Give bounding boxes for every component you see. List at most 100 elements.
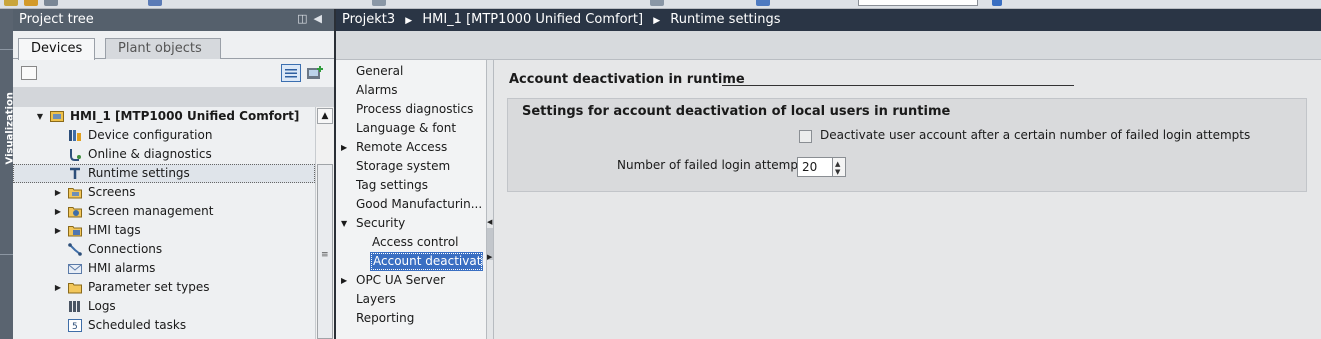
vertical-tab-strip: Visualization (0, 9, 16, 339)
project-tree-toolbar (13, 61, 334, 87)
nav-item-remote-access[interactable]: ▶ Remote Access (336, 138, 486, 157)
toolbar-icon[interactable] (756, 0, 770, 6)
divider (0, 49, 13, 50)
stepper-up-icon[interactable]: ▲ (835, 160, 840, 168)
breadcrumb-separator-icon: ▶ (653, 16, 661, 26)
collapsed-arrow-icon[interactable]: ▶ (341, 138, 347, 157)
tree-item-parameter-set-types[interactable]: ▶ Parameter set types (13, 278, 315, 297)
scheduled-tasks-icon: 5 (68, 319, 82, 332)
panel-header-icons: ◫◀ (297, 12, 328, 25)
nav-item-good-manufacturing[interactable]: Good Manufacturin... (336, 195, 486, 214)
breadcrumb-item[interactable]: HMI_1 [MTP1000 Unified Comfort] (422, 12, 643, 27)
editor-toolbar (336, 31, 1321, 60)
splitter-grip[interactable] (487, 228, 493, 244)
scroll-up-icon[interactable]: ▲ (317, 108, 333, 124)
add-device-icon[interactable] (305, 64, 325, 82)
scrollbar-thumb[interactable]: ≡ (317, 164, 333, 339)
breadcrumb: Projekt3 ▶ HMI_1 [MTP1000 Unified Comfor… (336, 9, 1321, 31)
nav-item-layers[interactable]: Layers (336, 290, 486, 309)
tab-devices[interactable]: Devices (18, 38, 96, 60)
failed-attempts-label: Number of failed login attempts: (617, 158, 813, 172)
collapse-left-icon[interactable]: ◀ (487, 218, 492, 226)
toolbar-icon[interactable] (650, 0, 664, 6)
project-tree-panel: Project tree ◫◀ Devices Plant objects ▼ … (13, 9, 336, 339)
settings-content: Account deactivation in runtime Settings… (494, 60, 1321, 339)
nav-item-language-font[interactable]: Language & font (336, 119, 486, 138)
tree-item-screens[interactable]: ▶ Screens (13, 183, 315, 202)
tree-item-scheduled-tasks[interactable]: 5 Scheduled tasks (13, 316, 315, 335)
nav-item-general[interactable]: General (336, 62, 486, 81)
collapsed-arrow-icon[interactable]: ▶ (53, 221, 63, 240)
collapsed-arrow-icon[interactable]: ▶ (53, 278, 63, 297)
tree-item-screen-management[interactable]: ▶ Screen management (13, 202, 315, 221)
runtime-settings-nav: General Alarms Process diagnostics Langu… (336, 60, 486, 339)
project-tree-scrollbar[interactable]: ▲ ≡ (315, 107, 334, 339)
toolbar-icon[interactable] (372, 0, 386, 6)
nav-item-storage-system[interactable]: Storage system (336, 157, 486, 176)
collapsed-arrow-icon[interactable]: ▶ (341, 271, 347, 290)
failed-attempts-stepper[interactable]: ▲ ▼ (832, 157, 846, 177)
stepper-down-icon[interactable]: ▼ (835, 168, 840, 176)
hmi-device-icon (50, 110, 64, 123)
toolbar-icon[interactable] (44, 0, 58, 6)
search-input[interactable] (858, 0, 978, 6)
show-overview-icon[interactable] (21, 66, 37, 80)
collapsed-arrow-icon[interactable]: ▶ (53, 183, 63, 202)
tree-item-online-diagnostics[interactable]: Online & diagnostics (13, 145, 315, 164)
tree-spacer (13, 87, 334, 107)
nav-item-security[interactable]: ▼ Security (336, 214, 486, 233)
main-toolbar (0, 0, 1321, 9)
collapse-left-icon[interactable]: ◀ (314, 12, 328, 25)
nav-item-access-control[interactable]: Access control (336, 233, 486, 252)
section-title: Account deactivation in runtime (509, 72, 745, 87)
toolbar-icon[interactable] (992, 0, 1002, 6)
toolbar-icon[interactable] (148, 0, 162, 6)
breadcrumb-separator-icon: ▶ (405, 16, 413, 26)
screens-folder-icon (68, 186, 82, 199)
breadcrumb-item[interactable]: Runtime settings (670, 12, 780, 27)
hmi-tags-icon (68, 224, 82, 237)
divider (0, 254, 13, 255)
nav-item-alarms[interactable]: Alarms (336, 81, 486, 100)
tree-item-connections[interactable]: Connections (13, 240, 315, 259)
expanded-arrow-icon[interactable]: ▼ (35, 107, 45, 126)
screen-management-icon (68, 205, 82, 218)
svg-text:5: 5 (72, 322, 78, 332)
tab-plant-objects[interactable]: Plant objects (105, 38, 221, 59)
nav-item-account-deactivation[interactable]: Account deactivati... (336, 252, 486, 271)
folder-icon (68, 281, 82, 294)
project-tree-tabs: Devices Plant objects (13, 35, 334, 60)
group-title: Settings for account deactivation of loc… (522, 104, 951, 119)
nav-item-tag-settings[interactable]: Tag settings (336, 176, 486, 195)
breadcrumb-item[interactable]: Projekt3 (342, 12, 395, 27)
collapsed-arrow-icon[interactable]: ▶ (53, 202, 63, 221)
nav-item-opc-ua-server[interactable]: ▶ OPC UA Server (336, 271, 486, 290)
toolbar-icon[interactable] (4, 0, 18, 6)
expand-right-icon[interactable]: ▶ (487, 253, 492, 261)
project-tree-header: Project tree ◫◀ (13, 9, 334, 31)
tia-portal-window: Visualization Project tree ◫◀ Devices Pl… (0, 0, 1321, 339)
tree-item-runtime-settings[interactable]: Runtime settings (13, 164, 315, 183)
tree-item-hmi-device[interactable]: ▼ HMI_1 [MTP1000 Unified Comfort] (13, 107, 315, 126)
toolbar-icon[interactable] (24, 0, 38, 6)
grip-icon: ≡ (321, 250, 329, 260)
tree-item-hmi-tags[interactable]: ▶ HMI tags (13, 221, 315, 240)
logs-icon (68, 300, 82, 313)
deactivate-account-label: Deactivate user account after a certain … (820, 128, 1251, 142)
expanded-arrow-icon[interactable]: ▼ (341, 214, 347, 233)
project-tree: ▼ HMI_1 [MTP1000 Unified Comfort] Device… (13, 107, 315, 339)
connections-icon (68, 243, 82, 256)
failed-attempts-input[interactable]: 20 (797, 157, 833, 177)
nav-splitter[interactable]: ◀ ▶ (486, 60, 494, 339)
deactivate-account-checkbox[interactable] (799, 130, 812, 143)
split-view-icon[interactable]: ◫ (297, 12, 313, 25)
online-diagnostics-icon (68, 148, 82, 161)
tree-item-hmi-alarms[interactable]: HMI alarms (13, 259, 315, 278)
panel-title: Project tree (19, 12, 94, 27)
tree-item-logs[interactable]: Logs (13, 297, 315, 316)
nav-item-process-diagnostics[interactable]: Process diagnostics (336, 100, 486, 119)
list-view-icon[interactable] (281, 64, 301, 82)
nav-item-reporting[interactable]: Reporting (336, 309, 486, 328)
tree-item-device-configuration[interactable]: Device configuration (13, 126, 315, 145)
runtime-settings-icon (68, 167, 82, 180)
